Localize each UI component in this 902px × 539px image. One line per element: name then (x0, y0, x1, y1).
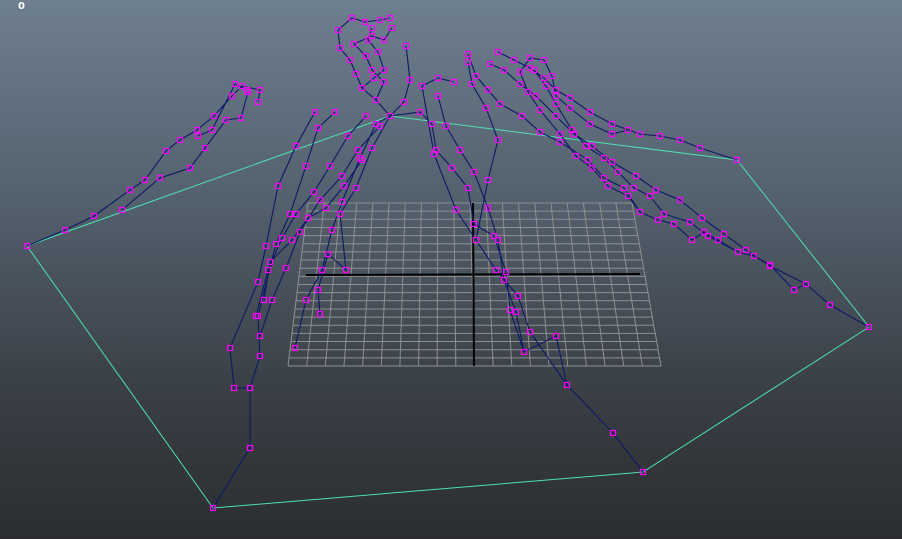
bone-chain[interactable] (497, 51, 738, 161)
skeleton-joints[interactable] (23, 14, 873, 512)
boundary-outline[interactable] (26, 115, 870, 509)
bone-chain[interactable] (294, 115, 391, 349)
bone-chain[interactable] (121, 91, 249, 211)
scene-canvas[interactable] (0, 0, 902, 539)
frame-counter: 0 (18, 1, 25, 12)
bone-chain[interactable] (489, 63, 807, 285)
bone-chain[interactable] (263, 159, 363, 301)
boundary-polygon[interactable] (26, 115, 870, 509)
z-axis-line (472, 202, 475, 367)
bone-chain[interactable] (26, 85, 261, 247)
bone-chain[interactable] (389, 111, 644, 473)
bone-chain[interactable] (197, 83, 248, 137)
bone-chain[interactable] (212, 111, 316, 509)
viewport-3d[interactable]: 0 (0, 0, 902, 539)
skeleton-bones[interactable] (26, 17, 870, 509)
